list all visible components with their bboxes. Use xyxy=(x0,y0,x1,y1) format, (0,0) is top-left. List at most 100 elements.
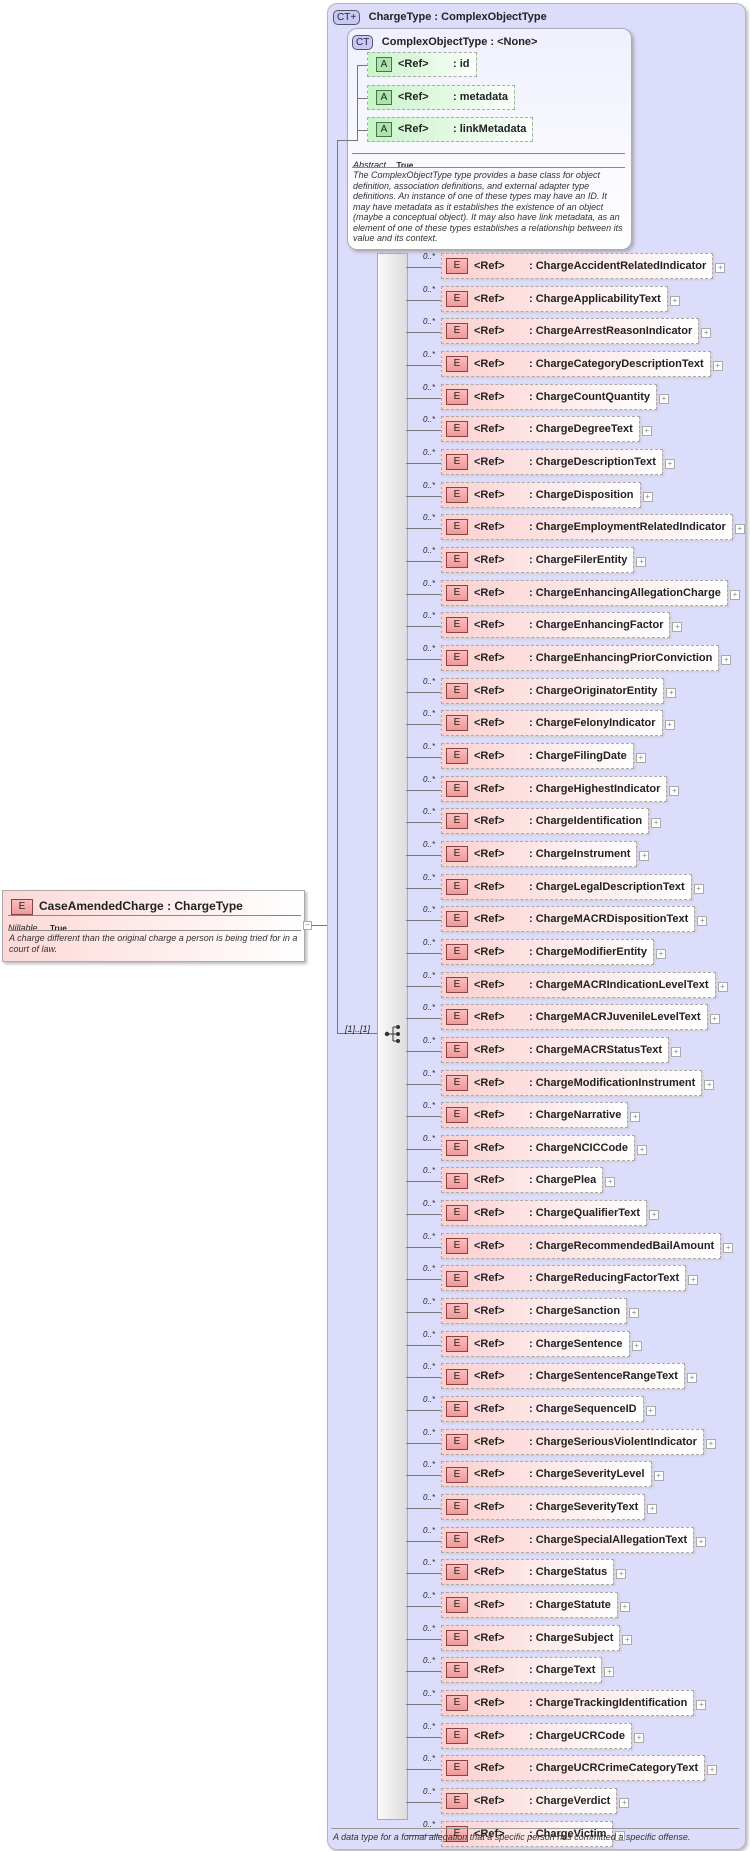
element-ref-chargeapplicabilitytext[interactable]: E <Ref>: ChargeApplicabilityText + xyxy=(441,285,680,312)
element-ref-chargeenhancingpriorconviction[interactable]: E <Ref>: ChargeEnhancingPriorConviction + xyxy=(441,644,732,671)
element-ref-chargeucrcode[interactable]: E <Ref>: ChargeUCRCode + xyxy=(441,1722,644,1749)
expand-icon[interactable]: + xyxy=(712,360,723,371)
element-ref-chargetext[interactable]: E <Ref>: ChargeText + xyxy=(441,1657,615,1684)
expand-icon[interactable]: + xyxy=(707,1765,718,1776)
expand-icon[interactable]: + xyxy=(664,458,675,469)
element-ref-chargeenhancingallegationcharge[interactable]: E <Ref>: ChargeEnhancingAllegationCharge + xyxy=(441,579,740,606)
element-ref-chargesubject[interactable]: E <Ref>: ChargeSubject + xyxy=(441,1624,633,1651)
element-ref-chargespecialallegationtext[interactable]: E <Ref>: ChargeSpecialAllegationText + xyxy=(441,1526,707,1553)
expand-icon[interactable]: + xyxy=(649,1210,660,1221)
element-ref-chargelegaldescriptiontext[interactable]: E <Ref>: ChargeLegalDescriptionText + xyxy=(441,873,704,900)
element-ref-chargeseveritylevel[interactable]: E <Ref>: ChargeSeverityLevel + xyxy=(441,1461,664,1488)
element-ref-chargetrackingidentification[interactable]: E <Ref>: ChargeTrackingIdentification + xyxy=(441,1690,707,1717)
element-ref-chargecountquantity[interactable]: E <Ref>: ChargeCountQuantity + xyxy=(441,383,670,410)
expand-icon[interactable]: + xyxy=(636,556,647,567)
element-ref-chargeemploymentrelatedindicator[interactable]: E <Ref>: ChargeEmploymentRelatedIndicator… xyxy=(441,514,745,541)
element-ref-chargehighestindicator[interactable]: E <Ref>: ChargeHighestIndicator + xyxy=(441,775,680,802)
expand-icon[interactable]: + xyxy=(645,1406,656,1417)
expand-icon[interactable]: + xyxy=(651,818,662,829)
element-ref-chargeinstrument[interactable]: E <Ref>: ChargeInstrument + xyxy=(441,840,650,867)
expand-icon[interactable]: + xyxy=(701,328,712,339)
expand-icon[interactable]: + xyxy=(672,622,683,633)
element-ref-chargesentencerangetext[interactable]: E <Ref>: ChargeSentenceRangeText + xyxy=(441,1363,697,1390)
element-ref-chargesequenceid[interactable]: E <Ref>: ChargeSequenceID + xyxy=(441,1396,656,1423)
element-ref-chargeidentification[interactable]: E <Ref>: ChargeIdentification + xyxy=(441,808,662,835)
expand-icon[interactable]: + xyxy=(717,981,728,992)
element-ref-chargeaccidentrelatedindicator[interactable]: E <Ref>: ChargeAccidentRelatedIndicator + xyxy=(441,253,726,279)
element-ref-chargemacrdispositiontext[interactable]: E <Ref>: ChargeMACRDispositionText + xyxy=(441,906,708,933)
element-ref-chargemacrjuvenileleveltext[interactable]: E <Ref>: ChargeMACRJuvenileLevelText + xyxy=(441,1004,720,1031)
element-ref-chargestatute[interactable]: E <Ref>: ChargeStatute + xyxy=(441,1592,630,1619)
element-ref-chargemacrindicationleveltext[interactable]: E <Ref>: ChargeMACRIndicationLevelText + xyxy=(441,971,728,998)
expand-icon[interactable]: + xyxy=(669,295,680,306)
expand-icon[interactable]: + xyxy=(664,720,675,731)
element-ref-chargemacrstatustext[interactable]: E <Ref>: ChargeMACRStatusText + xyxy=(441,1036,682,1063)
expand-icon[interactable]: + xyxy=(696,1536,707,1547)
attribute-id[interactable]: A <Ref>: id xyxy=(367,52,477,77)
expand-icon[interactable]: + xyxy=(637,1144,648,1155)
attribute-metadata[interactable]: A <Ref>: metadata xyxy=(367,85,516,110)
element-ref-chargemodificationinstrument[interactable]: E <Ref>: ChargeModificationInstrument + xyxy=(441,1069,715,1096)
element-ref-chargesanction[interactable]: E <Ref>: ChargeSanction + xyxy=(441,1298,640,1325)
element-ref-chargedisposition[interactable]: E <Ref>: ChargeDisposition + xyxy=(441,481,653,508)
root-element-box[interactable]: E CaseAmendedCharge : ChargeType Nillable… xyxy=(2,890,305,962)
element-ref-chargefelonyindicator[interactable]: E <Ref>: ChargeFelonyIndicator + xyxy=(441,710,675,737)
expand-icon[interactable]: + xyxy=(715,263,726,273)
element-ref-chargequalifiertext[interactable]: E <Ref>: ChargeQualifierText + xyxy=(441,1200,660,1227)
expand-icon[interactable]: + xyxy=(729,589,740,600)
element-ref-chargenciccode[interactable]: E <Ref>: ChargeNCICCode + xyxy=(441,1134,648,1161)
expand-icon[interactable]: + xyxy=(631,1340,642,1351)
expand-icon[interactable]: + xyxy=(622,1634,633,1645)
element-ref-chargefilingdate[interactable]: E <Ref>: ChargeFilingDate + xyxy=(441,742,646,769)
element-ref-chargesentence[interactable]: E <Ref>: ChargeSentence + xyxy=(441,1330,642,1357)
expand-icon[interactable]: + xyxy=(655,948,666,959)
expand-icon[interactable]: + xyxy=(723,1242,734,1253)
expand-icon[interactable]: + xyxy=(605,1177,616,1188)
element-ref-chargeoriginatorentity[interactable]: E <Ref>: ChargeOriginatorEntity + xyxy=(441,677,677,704)
expand-icon[interactable]: + xyxy=(635,752,646,763)
element-ref-chargedegreetext[interactable]: E <Ref>: ChargeDegreeText + xyxy=(441,416,652,443)
expand-icon[interactable]: + xyxy=(629,1308,640,1319)
expand-icon[interactable]: + xyxy=(709,1014,720,1025)
element-ref-chargecategorydescriptiontext[interactable]: E <Ref>: ChargeCategoryDescriptionText + xyxy=(441,350,723,377)
attribute-link-metadata[interactable]: A <Ref>: linkMetadata xyxy=(367,117,534,142)
expand-icon[interactable]: + xyxy=(630,1112,641,1123)
element-ref-chargeseriousviolentindicator[interactable]: E <Ref>: ChargeSeriousViolentIndicator + xyxy=(441,1428,716,1455)
expand-icon[interactable]: + xyxy=(696,1700,707,1711)
expand-icon[interactable]: + xyxy=(734,524,745,535)
expand-icon[interactable]: + xyxy=(639,850,650,861)
expand-icon[interactable]: + xyxy=(642,491,653,502)
element-ref-chargenarrative[interactable]: E <Ref>: ChargeNarrative + xyxy=(441,1102,641,1129)
element-ref-chargestatus[interactable]: E <Ref>: ChargeStatus + xyxy=(441,1559,627,1586)
element-ref-chargemodifierentity[interactable]: E <Ref>: ChargeModifierEntity + xyxy=(441,938,666,965)
expand-icon[interactable]: + xyxy=(666,687,677,698)
element-ref-chargerecommendedbailamount[interactable]: E <Ref>: ChargeRecommendedBailAmount + xyxy=(441,1232,734,1259)
expand-icon[interactable]: + xyxy=(705,1438,716,1449)
expand-icon[interactable]: + xyxy=(704,1079,715,1090)
expand-icon[interactable]: + xyxy=(688,1275,699,1286)
expand-icon[interactable]: + xyxy=(659,393,670,404)
expand-icon[interactable]: + xyxy=(619,1602,630,1613)
element-ref-chargereducingfactortext[interactable]: E <Ref>: ChargeReducingFactorText + xyxy=(441,1265,699,1292)
expand-icon[interactable]: + xyxy=(641,426,652,437)
expand-icon[interactable]: + xyxy=(653,1471,664,1482)
element-ref-chargefilerentity[interactable]: E <Ref>: ChargeFilerEntity + xyxy=(441,546,647,573)
element-ref-chargeseveritytext[interactable]: E <Ref>: ChargeSeverityText + xyxy=(441,1494,658,1521)
expand-icon[interactable]: + xyxy=(693,883,704,894)
expand-icon[interactable]: + xyxy=(669,785,680,796)
element-ref-chargeucrcrimecategorytext[interactable]: E <Ref>: ChargeUCRCrimeCategoryText + xyxy=(441,1755,718,1782)
expand-icon[interactable]: + xyxy=(604,1667,615,1678)
expand-icon[interactable]: + xyxy=(647,1504,658,1515)
expand-icon[interactable]: + xyxy=(633,1732,644,1743)
expand-icon[interactable]: + xyxy=(616,1569,627,1580)
element-ref-chargeenhancingfactor[interactable]: E <Ref>: ChargeEnhancingFactor + xyxy=(441,612,683,639)
expand-icon[interactable]: + xyxy=(671,1046,682,1057)
expand-icon[interactable]: + xyxy=(721,654,732,665)
element-ref-chargearrestreasonindicator[interactable]: E <Ref>: ChargeArrestReasonIndicator + xyxy=(441,318,712,345)
element-ref-chargeplea[interactable]: E <Ref>: ChargePlea + xyxy=(441,1167,616,1194)
expand-icon[interactable]: + xyxy=(619,1798,630,1809)
element-ref-chargeverdict[interactable]: E <Ref>: ChargeVerdict + xyxy=(441,1788,630,1815)
expand-icon[interactable]: + xyxy=(686,1373,697,1384)
element-ref-chargedescriptiontext[interactable]: E <Ref>: ChargeDescriptionText + xyxy=(441,448,675,475)
expand-icon[interactable]: + xyxy=(697,916,708,927)
